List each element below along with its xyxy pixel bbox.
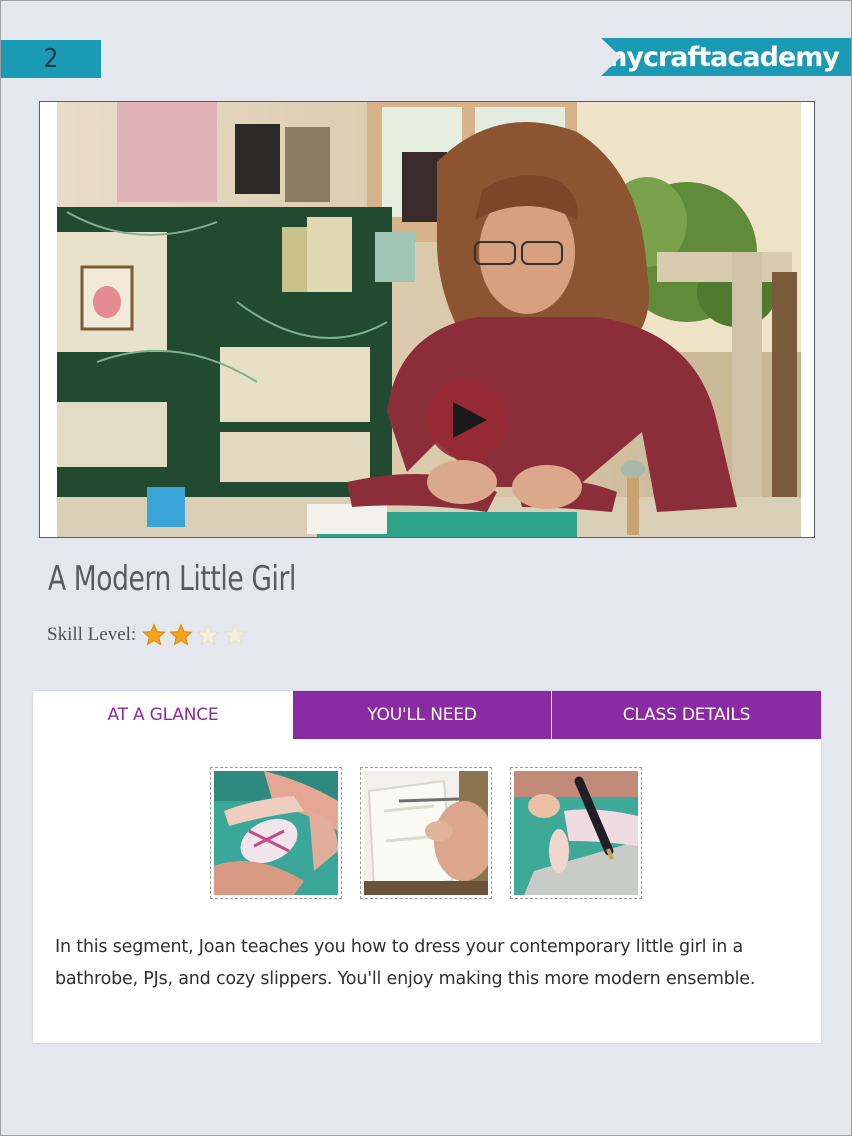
tab-at-a-glance[interactable]: AT A GLANCE (33, 691, 293, 739)
video-player[interactable] (39, 101, 815, 538)
skill-rating-stars (142, 623, 248, 647)
gallery-thumbnail[interactable] (510, 767, 642, 899)
page-number-badge: 2 (1, 40, 101, 78)
thumbnail-image-2 (364, 771, 488, 895)
play-icon (453, 402, 487, 438)
thumbnail-image-1 (214, 771, 338, 895)
star-empty-icon (196, 623, 221, 646)
page-number: 2 (43, 44, 59, 74)
video-thumbnail (57, 102, 801, 537)
tab-youll-need[interactable]: YOU'LL NEED (293, 691, 552, 739)
video-scene-image (57, 102, 801, 537)
skill-level-label: Skill Level: (47, 624, 137, 645)
mycraftacademy-logo[interactable]: mycraftacademy (599, 38, 851, 76)
star-empty-icon (223, 623, 248, 646)
thumbnail-image-3 (514, 771, 638, 895)
tab-bar: AT A GLANCE YOU'LL NEED CLASS DETAILS (33, 691, 821, 739)
gallery-thumbnail[interactable] (360, 767, 492, 899)
lesson-info-panel: AT A GLANCE YOU'LL NEED CLASS DETAILS In… (33, 691, 821, 1043)
star-filled-icon (142, 623, 167, 646)
play-button[interactable] (427, 380, 507, 460)
thumbnail-gallery (210, 767, 642, 899)
gallery-thumbnail[interactable] (210, 767, 342, 899)
lesson-description: In this segment, Joan teaches you how to… (55, 937, 756, 989)
tab-class-details[interactable]: CLASS DETAILS (552, 691, 821, 739)
skill-level: Skill Level: (47, 623, 248, 647)
lesson-title: A Modern Little Girl (48, 559, 296, 599)
logo-text: mycraftacademy (599, 41, 840, 73)
star-filled-icon (169, 623, 194, 646)
logo-notch (601, 38, 621, 76)
